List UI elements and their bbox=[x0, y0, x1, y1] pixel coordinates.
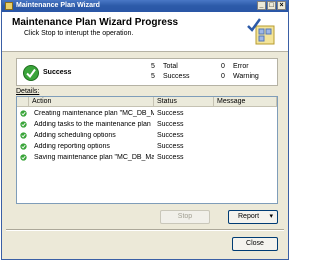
row-action: Creating maintenance plan "MC_DB_M... bbox=[34, 110, 154, 117]
footer-divider bbox=[6, 229, 284, 231]
maximize-button[interactable]: □ bbox=[267, 1, 276, 10]
success-icon bbox=[20, 110, 27, 117]
status-summary: Success 5 Total 5 Success 0 Error 0 Warn… bbox=[16, 58, 278, 86]
stop-button[interactable]: Stop bbox=[160, 210, 210, 224]
page-subtitle: Click Stop to interupt the operation. bbox=[24, 30, 134, 37]
row-action: Saving maintenance plan "MC_DB_Mai... bbox=[34, 154, 154, 161]
title-bar[interactable]: Maintenance Plan Wizard _ □ × bbox=[2, 0, 288, 12]
overall-status: Success bbox=[43, 69, 72, 76]
wizard-window: Maintenance Plan Wizard _ □ × Maintenanc… bbox=[1, 0, 289, 260]
grid-icon-column-header[interactable] bbox=[17, 97, 29, 107]
report-button-label: Report bbox=[238, 213, 260, 220]
success-label: Success bbox=[163, 73, 190, 80]
app-icon bbox=[5, 2, 13, 10]
column-header-status[interactable]: Status bbox=[154, 97, 214, 107]
success-count: 5 bbox=[151, 73, 155, 80]
success-icon bbox=[20, 121, 27, 128]
success-check-icon bbox=[23, 65, 39, 81]
window-title: Maintenance Plan Wizard bbox=[16, 2, 100, 9]
chevron-down-icon: ▾ bbox=[269, 213, 273, 220]
error-count: 0 bbox=[221, 63, 225, 70]
column-header-message[interactable]: Message bbox=[214, 97, 277, 107]
row-status: Success bbox=[157, 143, 184, 150]
row-status: Success bbox=[157, 132, 184, 139]
details-label: Details: bbox=[16, 88, 40, 95]
minimize-button[interactable]: _ bbox=[257, 1, 266, 10]
wizard-progress-icon bbox=[247, 18, 275, 45]
close-button[interactable]: Close bbox=[232, 237, 278, 251]
table-row[interactable]: Adding scheduling options Success bbox=[17, 130, 277, 141]
table-row[interactable]: Creating maintenance plan "MC_DB_M... Su… bbox=[17, 108, 277, 119]
grid-header: Action Status Message bbox=[17, 97, 277, 107]
table-row[interactable]: Saving maintenance plan "MC_DB_Mai... Su… bbox=[17, 152, 277, 163]
warning-label: Warning bbox=[233, 73, 259, 80]
row-action: Adding tasks to the maintenance plan bbox=[34, 121, 151, 128]
row-status: Success bbox=[157, 154, 184, 161]
report-button[interactable]: Report ▾ bbox=[228, 210, 278, 224]
success-icon bbox=[20, 132, 27, 139]
error-label: Error bbox=[233, 63, 249, 70]
row-action: Adding reporting options bbox=[34, 143, 110, 150]
wizard-header: Maintenance Plan Wizard Progress Click S… bbox=[2, 12, 288, 52]
success-icon bbox=[20, 143, 27, 150]
table-row[interactable]: Adding reporting options Success bbox=[17, 141, 277, 152]
total-count: 5 bbox=[151, 63, 155, 70]
close-window-button[interactable]: × bbox=[277, 1, 286, 10]
table-row[interactable]: Adding tasks to the maintenance plan Suc… bbox=[17, 119, 277, 130]
page-title: Maintenance Plan Wizard Progress bbox=[12, 17, 179, 28]
row-action: Adding scheduling options bbox=[34, 132, 116, 139]
row-status: Success bbox=[157, 110, 184, 117]
row-status: Success bbox=[157, 121, 184, 128]
success-icon bbox=[20, 154, 27, 161]
details-grid[interactable]: Action Status Message Creating maintenan… bbox=[16, 96, 278, 204]
warning-count: 0 bbox=[221, 73, 225, 80]
column-header-action[interactable]: Action bbox=[29, 97, 154, 107]
total-label: Total bbox=[163, 63, 178, 70]
